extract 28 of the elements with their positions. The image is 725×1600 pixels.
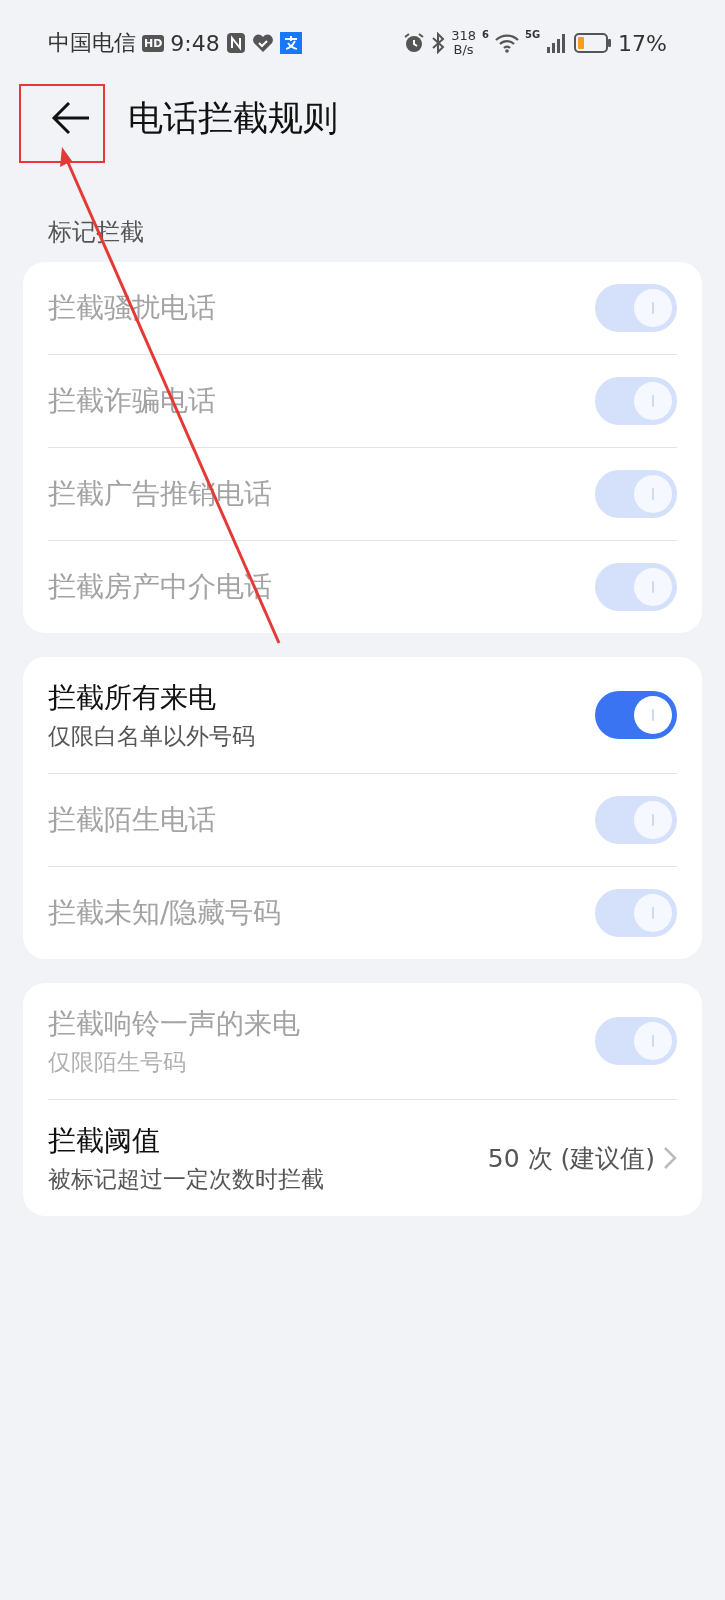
setting-title: 拦截陌生电话	[48, 802, 216, 838]
nfc-icon	[225, 32, 246, 54]
toggle-switch[interactable]	[595, 691, 677, 739]
setting-title: 拦截响铃一声的来电	[48, 1005, 300, 1042]
setting-description: 仅限白名单以外号码	[48, 721, 255, 751]
heart-icon	[251, 33, 274, 53]
threshold-value-link[interactable]: 50 次 (建议值)	[487, 1141, 677, 1175]
setting-title: 拦截所有来电	[48, 679, 217, 716]
setting-description: 仅限陌生号码	[48, 1047, 187, 1077]
alarm-clock-icon	[403, 32, 426, 54]
network-speed: 318	[451, 29, 476, 43]
chevron-right-icon	[663, 1146, 677, 1170]
battery-icon	[574, 33, 613, 53]
speed-unit: B/s	[453, 43, 474, 57]
setting-title: 拦截阈值	[48, 1122, 161, 1159]
page-title: 电话拦截规则	[128, 96, 338, 140]
wifi-icon	[494, 33, 519, 53]
setting-description: 被标记超过一定次数时拦截	[48, 1164, 324, 1194]
wifi-standard: 6	[481, 29, 489, 40]
network-type: 5G	[524, 29, 541, 40]
bluetooth-icon	[431, 32, 446, 54]
setting-title: 拦截未知/隐藏号码	[48, 895, 282, 931]
payment-app-icon	[279, 32, 302, 54]
clock-time: 9:48	[170, 30, 220, 56]
hd-badge: HD	[142, 34, 165, 52]
setting-title: 拦截骚扰电话	[48, 290, 216, 326]
carrier-name: 中国电信	[48, 29, 136, 57]
battery-percentage: 17%	[618, 30, 667, 56]
